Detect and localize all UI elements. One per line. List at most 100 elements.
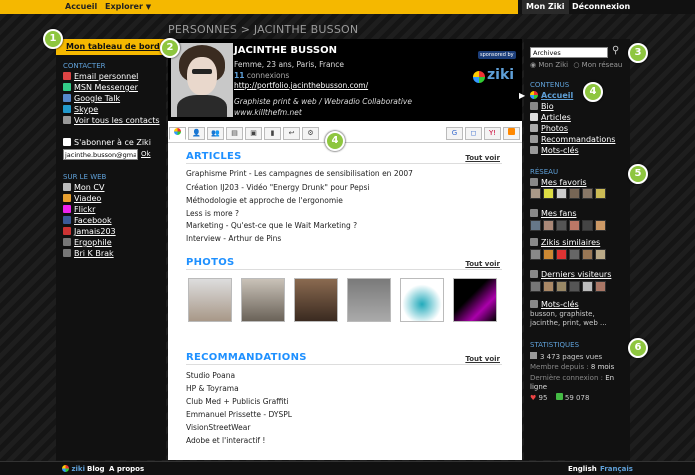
- article-item[interactable]: Marketing - Qu'est-ce que le Wait Market…: [186, 221, 357, 230]
- contact-gtalk[interactable]: Google Talk: [63, 94, 120, 103]
- avatar[interactable]: [556, 220, 567, 231]
- share-tab-2[interactable]: ◻: [465, 127, 482, 140]
- recommandation-item[interactable]: Emmanuel Prissette - DYSPL: [186, 410, 292, 419]
- articles-tout-voir[interactable]: Tout voir: [465, 154, 500, 162]
- contenus-recommandations[interactable]: Recommandations: [530, 135, 615, 144]
- reseau-visiteurs[interactable]: Derniers visiteurs: [530, 270, 611, 279]
- avatar[interactable]: [595, 188, 606, 199]
- footer-apropos-link[interactable]: A propos: [109, 465, 144, 473]
- avatar[interactable]: [595, 220, 606, 231]
- ziki-logo[interactable]: ziki: [473, 65, 517, 99]
- nav-mon-ziki[interactable]: Mon Ziki: [522, 0, 569, 14]
- tab-photos[interactable]: ▣: [245, 127, 262, 140]
- profile-url-link[interactable]: http://portfolio.jacinthebusson.com/: [234, 81, 368, 90]
- radio-mon-ziki[interactable]: ◉ Mon Ziki: [530, 61, 568, 69]
- search-icon[interactable]: ⚲: [612, 45, 619, 56]
- web-link-ergophile[interactable]: Ergophile: [63, 238, 112, 247]
- recommandation-item[interactable]: Studio Poana: [186, 371, 235, 380]
- contact-msn[interactable]: MSN Messenger: [63, 83, 138, 92]
- web-link-viadeo[interactable]: Viadeo: [63, 194, 101, 203]
- tab-bio[interactable]: 👤: [188, 127, 205, 140]
- photo-thumbnail[interactable]: [241, 278, 285, 322]
- footer-blog-link[interactable]: Blog: [87, 465, 105, 473]
- avatar[interactable]: [543, 249, 554, 260]
- share-yahoo-button[interactable]: Y!: [484, 127, 501, 140]
- nav-explorer[interactable]: Explorer ▼: [105, 2, 151, 11]
- avatar[interactable]: [530, 249, 541, 260]
- contact-email[interactable]: Email personnel: [63, 72, 138, 81]
- reseau-motscles[interactable]: Mots-clés: [530, 300, 579, 309]
- reseau-favoris[interactable]: Mes favoris: [530, 178, 587, 187]
- contenus-motscles[interactable]: Mots-clés: [530, 146, 579, 155]
- web-link-brikbrak[interactable]: Bri K Brak: [63, 249, 114, 258]
- tab-links[interactable]: ↩: [283, 127, 300, 140]
- article-item[interactable]: Création IJ203 - Vidéo "Energy Drunk" po…: [186, 183, 370, 192]
- avatar[interactable]: [582, 188, 593, 199]
- contenus-bio[interactable]: Bio: [530, 102, 554, 111]
- tab-apps[interactable]: ⚙: [302, 127, 319, 140]
- avatar[interactable]: [530, 281, 541, 292]
- avatar[interactable]: [569, 188, 580, 199]
- reseau-fans[interactable]: Mes fans: [530, 209, 577, 218]
- article-item[interactable]: Méthodologie et approche de l'ergonomie: [186, 196, 343, 205]
- footer-francais-link[interactable]: Français: [600, 465, 633, 473]
- recommandation-item[interactable]: Club Med + Publicis Graffiti: [186, 397, 288, 406]
- avatar[interactable]: [595, 281, 606, 292]
- contact-skype[interactable]: Skype: [63, 105, 98, 114]
- contact-all[interactable]: Voir tous les contacts: [63, 116, 160, 125]
- avatar[interactable]: [530, 220, 541, 231]
- web-link-facebook[interactable]: Facebook: [63, 216, 112, 225]
- avatar[interactable]: [543, 188, 554, 199]
- nav-accueil[interactable]: Accueil: [65, 2, 97, 11]
- avatar[interactable]: [543, 281, 554, 292]
- photo-thumbnail[interactable]: [188, 278, 232, 322]
- contenus-photos[interactable]: Photos: [530, 124, 568, 133]
- photo-thumbnail[interactable]: [453, 278, 497, 322]
- article-item[interactable]: Interview - Arthur de Pins: [186, 234, 281, 243]
- avatar[interactable]: [582, 220, 593, 231]
- search-input[interactable]: [530, 47, 608, 58]
- photos-tout-voir[interactable]: Tout voir: [465, 260, 500, 268]
- avatar[interactable]: [543, 220, 554, 231]
- avatar[interactable]: [556, 188, 567, 199]
- avatar[interactable]: [569, 249, 580, 260]
- web-link-cv[interactable]: Mon CV: [63, 183, 104, 192]
- contenus-accueil[interactable]: Accueil: [530, 91, 573, 100]
- recommandations-tout-voir[interactable]: Tout voir: [465, 355, 500, 363]
- footer-ziki-logo[interactable]: ziki: [62, 465, 85, 473]
- avatar[interactable]: [569, 281, 580, 292]
- avatar[interactable]: [569, 220, 580, 231]
- recommandation-item[interactable]: Adobe et l'interactif !: [186, 436, 265, 445]
- avatar[interactable]: [556, 249, 567, 260]
- contenus-articles[interactable]: Articles: [530, 113, 571, 122]
- profile-connexions[interactable]: 11 connexions: [234, 71, 289, 80]
- avatar[interactable]: [556, 281, 567, 292]
- tab-contacts[interactable]: 👥: [207, 127, 224, 140]
- radio-mon-reseau[interactable]: ○ Mon réseau: [573, 61, 622, 69]
- avatar[interactable]: [595, 249, 606, 260]
- share-rss-button[interactable]: [503, 127, 520, 140]
- recommandation-item[interactable]: HP & Toyrama: [186, 384, 239, 393]
- avatar[interactable]: [582, 249, 593, 260]
- photo-thumbnail[interactable]: [294, 278, 338, 322]
- reseau-similaires[interactable]: Zikis similaires: [530, 238, 600, 247]
- tab-stats[interactable]: ▮: [264, 127, 281, 140]
- subscribe-email-input[interactable]: [63, 149, 138, 160]
- subscribe-ok-button[interactable]: Ok: [141, 150, 151, 158]
- footer-english-link[interactable]: English: [568, 465, 597, 473]
- tab-articles[interactable]: ▤: [226, 127, 243, 140]
- tab-accueil[interactable]: [169, 127, 186, 140]
- avatar[interactable]: [530, 188, 541, 199]
- photo-thumbnail[interactable]: [400, 278, 444, 322]
- dashboard-tab[interactable]: Mon tableau de bord: [56, 39, 166, 55]
- dashboard-link[interactable]: Mon tableau de bord: [66, 42, 160, 51]
- photo-thumbnail[interactable]: [347, 278, 391, 322]
- web-link-jamais203[interactable]: Jamais203: [63, 227, 116, 236]
- avatar[interactable]: [582, 281, 593, 292]
- article-item[interactable]: Graphisme Print - Les campagnes de sensi…: [186, 169, 413, 178]
- nav-deconnexion[interactable]: Déconnexion: [572, 2, 630, 11]
- article-item[interactable]: Less is more ?: [186, 209, 239, 218]
- share-google-button[interactable]: G: [446, 127, 463, 140]
- web-link-flickr[interactable]: Flickr: [63, 205, 95, 214]
- recommandation-item[interactable]: VisionStreetWear: [186, 423, 250, 432]
